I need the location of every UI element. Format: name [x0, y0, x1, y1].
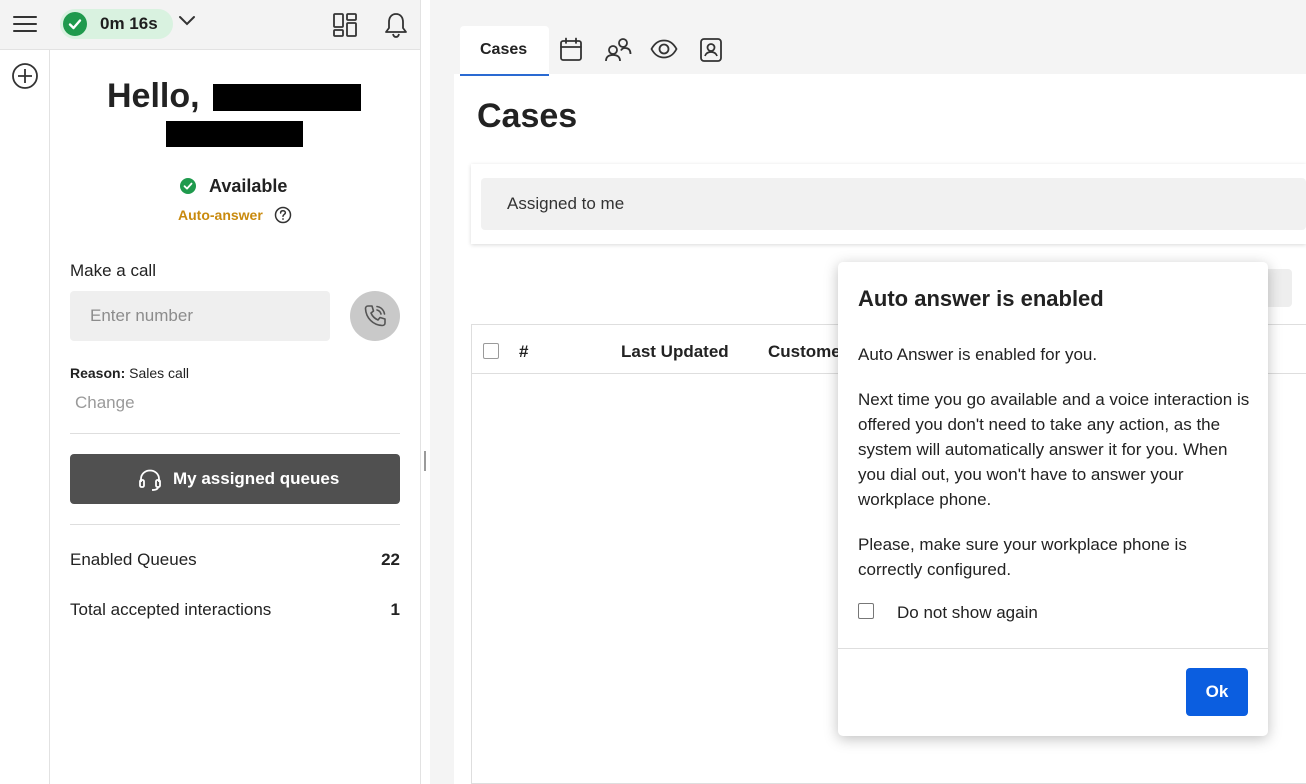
chevron-down-icon[interactable] — [178, 15, 196, 27]
reason-label: Reason: — [70, 365, 126, 381]
auto-answer-indicator: Auto-answer — [178, 206, 292, 225]
stat-total-accepted: Total accepted interactions 1 — [70, 600, 400, 620]
redacted-name — [166, 121, 303, 147]
queues-button-label: My assigned queues — [173, 469, 340, 488]
reason-value: Sales call — [129, 365, 190, 381]
agent-topbar: 0m 16s — [0, 0, 420, 50]
filter-card: Assigned to me — [471, 164, 1306, 244]
layout-icon[interactable] — [333, 13, 357, 37]
column-header-number[interactable]: # — [519, 342, 528, 362]
agent-panel: 0m 16s Hello, Available Auto-answer Make… — [0, 0, 421, 784]
add-circle-icon[interactable] — [11, 62, 39, 90]
side-rail — [0, 50, 50, 784]
page-title: Cases — [477, 97, 578, 135]
panel-resize-handle[interactable] — [424, 451, 426, 471]
divider — [838, 648, 1268, 649]
stat-value: 1 — [390, 600, 400, 619]
status-text: Available — [209, 176, 288, 196]
greeting: Hello, — [107, 77, 200, 115]
do-not-show-again-label[interactable]: Do not show again — [897, 603, 1038, 623]
headset-icon — [139, 469, 161, 491]
my-assigned-queues-button[interactable]: My assigned queues — [70, 454, 400, 504]
change-reason-link[interactable]: Change — [75, 393, 135, 413]
stat-label: Total accepted interactions — [70, 600, 272, 619]
case-filter-select[interactable]: Assigned to me — [481, 178, 1306, 230]
stat-enabled-queues: Enabled Queues 22 — [70, 550, 400, 570]
dialog-paragraph: Next time you go available and a voice i… — [858, 390, 1250, 509]
agent-profile: Hello, Available Auto-answer Make a call — [50, 50, 420, 784]
dialog-paragraph: Auto Answer is enabled for you. — [858, 345, 1098, 364]
tab-cases[interactable]: Cases — [460, 26, 549, 76]
menu-icon[interactable] — [13, 16, 37, 34]
column-header-last-updated[interactable]: Last Updated — [621, 342, 729, 362]
phone-number-input[interactable] — [70, 291, 330, 341]
bell-icon[interactable] — [384, 12, 408, 38]
auto-answer-dialog: Auto answer is enabled Auto Answer is en… — [838, 262, 1268, 736]
make-call-label: Make a call — [70, 261, 156, 280]
divider — [70, 524, 400, 525]
stat-value: 22 — [381, 550, 400, 569]
tab-label: Cases — [480, 41, 528, 58]
dialog-title: Auto answer is enabled — [858, 286, 1104, 311]
do-not-show-again-checkbox[interactable] — [858, 603, 874, 619]
available-check-icon — [63, 12, 87, 36]
status-timer[interactable]: 0m 16s — [60, 9, 173, 39]
help-icon[interactable] — [274, 206, 292, 224]
call-button[interactable] — [350, 291, 400, 341]
eye-icon[interactable] — [650, 39, 678, 59]
divider — [70, 433, 400, 434]
redacted-name — [213, 84, 361, 111]
people-icon[interactable] — [604, 37, 632, 63]
dialog-body: Auto Answer is enabled for you. Next tim… — [858, 342, 1253, 602]
stat-label: Enabled Queues — [70, 550, 197, 569]
calendar-icon[interactable] — [559, 37, 583, 63]
filter-value: Assigned to me — [507, 194, 625, 213]
contact-card-icon[interactable] — [698, 37, 724, 63]
dialog-paragraph: Please, make sure your workplace phone i… — [858, 535, 1187, 579]
phone-icon — [364, 305, 386, 327]
call-reason: Reason: Sales call — [70, 365, 189, 381]
available-check-icon — [180, 178, 196, 194]
ok-button[interactable]: Ok — [1186, 668, 1248, 716]
auto-answer-label: Auto-answer — [178, 207, 263, 223]
column-header-customer[interactable]: Custome — [768, 342, 841, 362]
select-all-checkbox[interactable] — [483, 343, 499, 359]
timer-text: 0m 16s — [100, 14, 158, 33]
